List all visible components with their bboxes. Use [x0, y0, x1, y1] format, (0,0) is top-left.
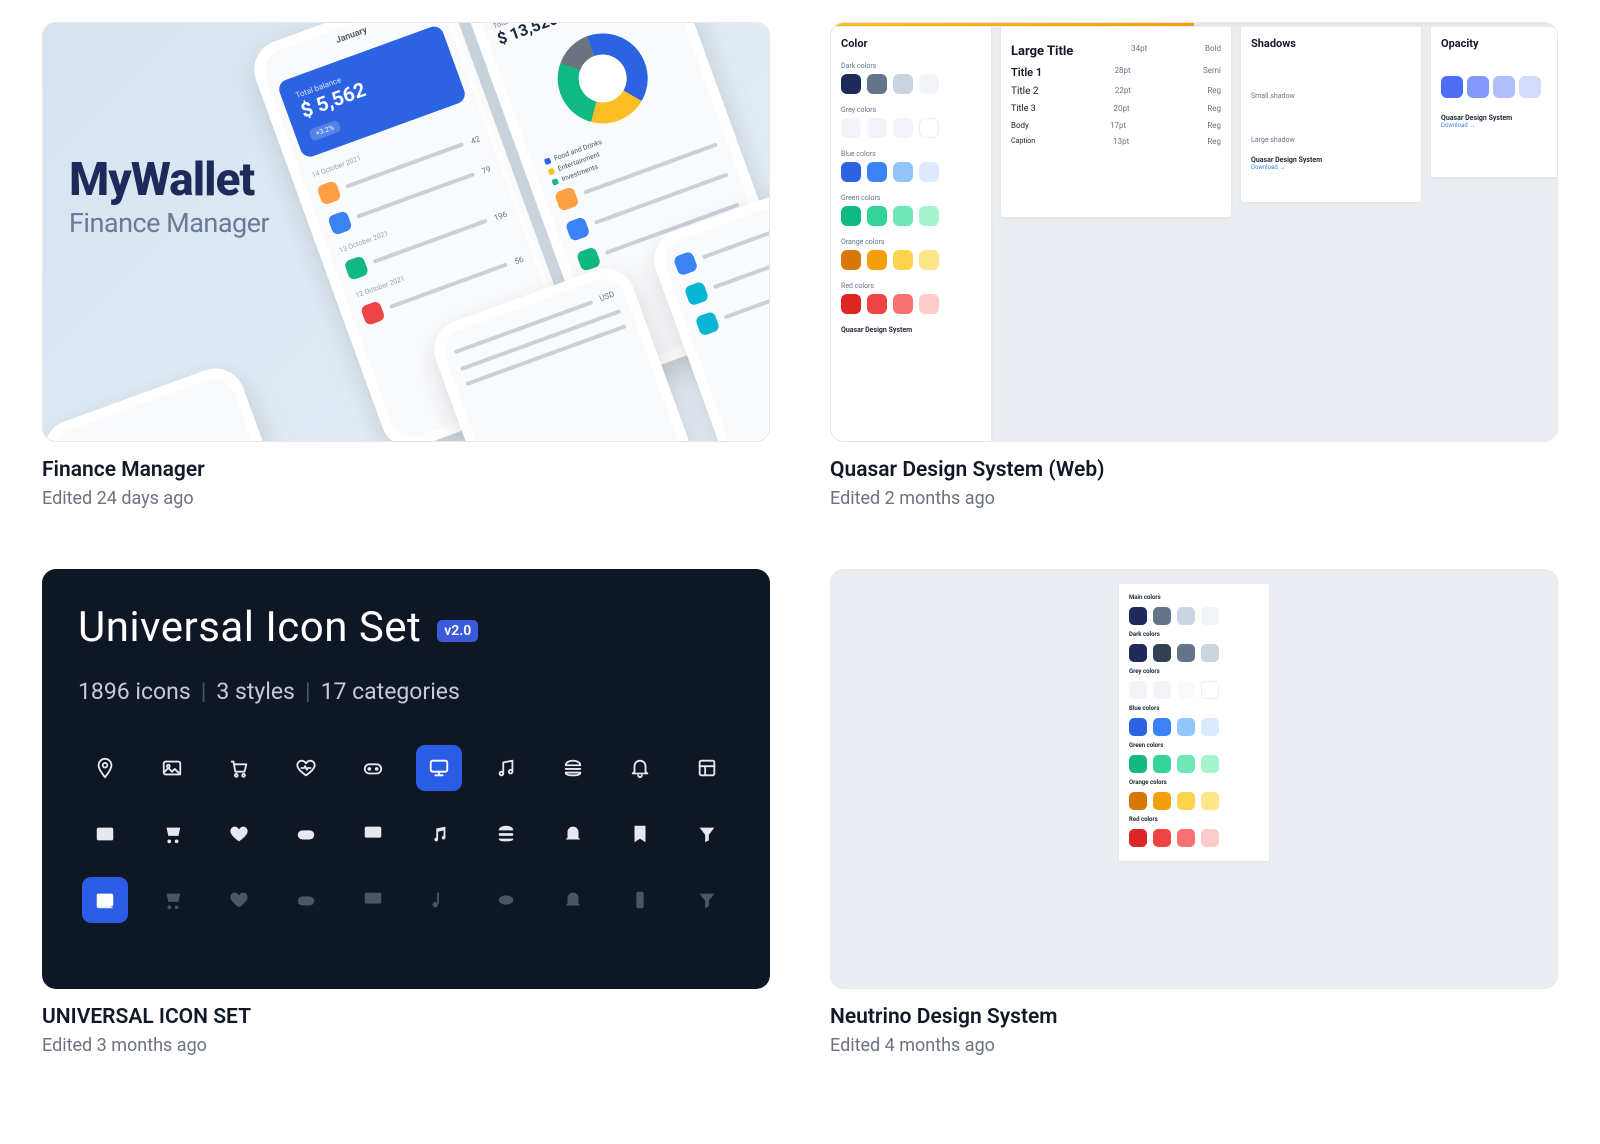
presentation-icon: [416, 745, 462, 791]
bell-icon: [550, 877, 596, 923]
phone-icon: [617, 877, 663, 923]
gamepad-icon: [283, 877, 329, 923]
project-title: Finance Manager: [42, 458, 770, 482]
presentation-icon: [350, 877, 396, 923]
gamepad-icon: [283, 811, 329, 857]
cart-icon: [149, 877, 195, 923]
pin-icon: [82, 745, 128, 791]
project-title: Quasar Design System (Web): [830, 458, 1558, 482]
image-icon: [82, 811, 128, 857]
projects-grid: MyWallet Finance Manager January Total b…: [42, 22, 1558, 1056]
project-thumbnail: Color Dark colors Grey colors Blue color…: [830, 22, 1558, 442]
brand-title: MyWallet: [69, 153, 269, 207]
cart-icon: [149, 811, 195, 857]
iconset-heading: Universal Icon Set: [78, 603, 421, 652]
image-icon: [149, 745, 195, 791]
heart-pulse-icon: [216, 877, 262, 923]
music-icon: [483, 745, 529, 791]
bookmark-icon: [617, 811, 663, 857]
project-card-finance-manager[interactable]: MyWallet Finance Manager January Total b…: [42, 22, 770, 509]
project-meta: Edited 24 days ago: [42, 488, 770, 509]
project-card-universal-icon-set[interactable]: Universal Icon Set v2.0 1896 icons|3 sty…: [42, 569, 770, 1056]
bell-icon: [617, 745, 663, 791]
burger-icon: [483, 877, 529, 923]
music-icon: [416, 811, 462, 857]
project-title: Neutrino Design System: [830, 1005, 1558, 1029]
donut-chart: [545, 22, 660, 136]
color-panel: Color Dark colors Grey colors Blue color…: [831, 27, 991, 442]
shadows-panel: Shadows Small shadow Large shadow Quasar…: [1241, 27, 1421, 202]
phone-mockup: [42, 360, 380, 442]
project-meta: Edited 3 months ago: [42, 1035, 770, 1056]
brand-subtitle: Finance Manager: [69, 207, 269, 239]
project-thumbnail: Main colors Dark colors Grey colors Blue…: [830, 569, 1558, 989]
icon-preview-grid: [78, 745, 734, 923]
presentation-icon: [350, 811, 396, 857]
project-title: UNIVERSAL ICON SET: [42, 1005, 770, 1029]
project-card-neutrino[interactable]: Main colors Dark colors Grey colors Blue…: [830, 569, 1558, 1056]
heart-pulse-icon: [216, 811, 262, 857]
project-meta: Edited 2 months ago: [830, 488, 1558, 509]
burger-icon: [550, 745, 596, 791]
layout-icon: [684, 745, 730, 791]
cart-icon: [216, 745, 262, 791]
image-icon: [82, 877, 128, 923]
bell-icon: [550, 811, 596, 857]
music-icon: [416, 877, 462, 923]
project-thumbnail: MyWallet Finance Manager January Total b…: [42, 22, 770, 442]
filter-icon: [684, 877, 730, 923]
heart-pulse-icon: [283, 745, 329, 791]
iconset-stats: 1896 icons|3 styles|17 categories: [78, 678, 734, 705]
opacity-panel: Opacity Quasar Design System Download →: [1431, 27, 1558, 177]
version-badge: v2.0: [437, 620, 478, 642]
filter-icon: [684, 811, 730, 857]
burger-icon: [483, 811, 529, 857]
project-thumbnail: Universal Icon Set v2.0 1896 icons|3 sty…: [42, 569, 770, 989]
project-meta: Edited 4 months ago: [830, 1035, 1558, 1056]
color-panel: Main colors Dark colors Grey colors Blue…: [1119, 584, 1269, 861]
typography-panel: Large Title34ptBold Title 128ptSemi Titl…: [1001, 27, 1231, 217]
project-card-quasar[interactable]: Color Dark colors Grey colors Blue color…: [830, 22, 1558, 509]
gamepad-icon: [350, 745, 396, 791]
